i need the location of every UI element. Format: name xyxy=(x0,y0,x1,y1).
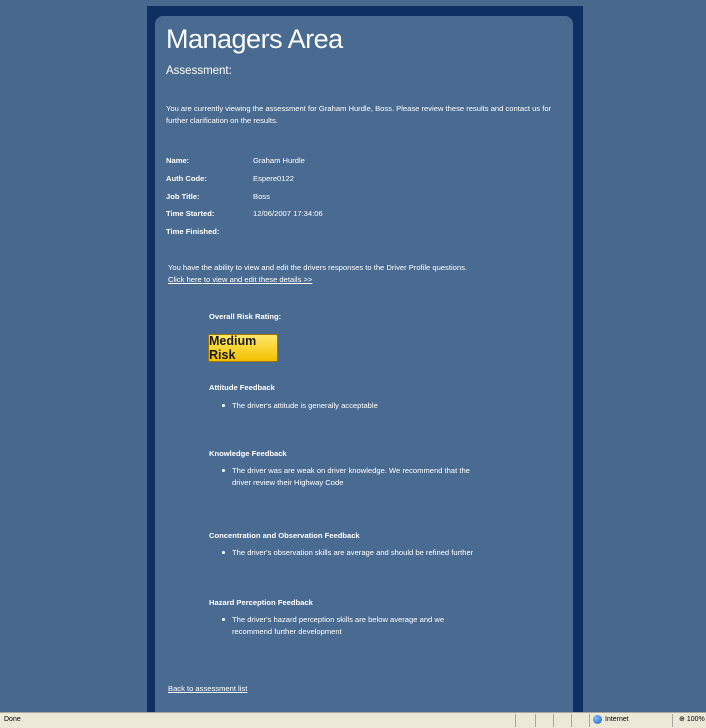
job-title-label: Job Title: xyxy=(166,192,200,201)
knowledge-feedback-text: The driver was are weak on driver knowle… xyxy=(232,466,470,487)
status-divider xyxy=(553,714,554,727)
zoom-level: 100% xyxy=(686,715,705,723)
bullet-icon xyxy=(222,469,225,472)
hazard-feedback-heading: Hazard Perception Feedback xyxy=(209,598,313,607)
time-started-value: 12/06/2007 17:34:06 xyxy=(253,209,323,218)
zone-label: Internet xyxy=(605,716,629,723)
page-title: Managers Area xyxy=(166,24,343,54)
time-started-label: Time Started: xyxy=(166,209,215,218)
page-subtitle: Assessment: xyxy=(166,65,232,77)
name-label: Name: xyxy=(166,156,190,165)
zoom-control[interactable]: ⊕ 100% xyxy=(679,715,705,724)
risk-rating-badge: Medium Risk xyxy=(208,334,278,362)
bullet-icon xyxy=(222,618,225,621)
status-text: Done xyxy=(4,716,21,723)
browser-status-bar: Done Internet ⊕ 100% xyxy=(0,712,706,728)
time-finished-label: Time Finished: xyxy=(166,227,220,236)
edit-info-text: You have the ability to view and edit th… xyxy=(168,263,467,272)
hazard-feedback-text: The driver's hazard perception skills ar… xyxy=(232,615,445,636)
status-divider xyxy=(672,714,673,727)
auth-code-label: Auth Code: xyxy=(166,174,207,183)
name-value: Graham Hurdle xyxy=(253,156,305,165)
auth-code-value: Espere0122 xyxy=(253,174,294,183)
intro-text: You are currently viewing the assessment… xyxy=(166,104,552,125)
bullet-icon xyxy=(222,404,225,407)
attitude-feedback-text: The driver's attitude is generally accep… xyxy=(232,401,378,410)
bullet-icon xyxy=(222,551,225,554)
concentration-feedback-heading: Concentration and Observation Feedback xyxy=(209,531,360,540)
status-divider xyxy=(515,714,516,727)
status-divider xyxy=(571,714,572,727)
concentration-feedback-text: The driver's observation skills are aver… xyxy=(232,548,474,557)
view-edit-details-link[interactable]: Click here to view and edit these detail… xyxy=(168,275,312,284)
job-title-value: Boss xyxy=(253,192,270,201)
status-divider xyxy=(589,714,590,727)
zoom-icon: ⊕ xyxy=(679,716,685,723)
globe-icon xyxy=(593,715,602,724)
back-to-assessment-list-link[interactable]: Back to assessment list xyxy=(168,684,247,693)
security-zone[interactable]: Internet xyxy=(593,715,629,724)
risk-rating-label: Overall Risk Rating: xyxy=(209,312,282,321)
knowledge-feedback-heading: Knowledge Feedback xyxy=(209,449,287,458)
status-divider xyxy=(535,714,536,727)
attitude-feedback-heading: Attitude Feedback xyxy=(209,383,275,392)
